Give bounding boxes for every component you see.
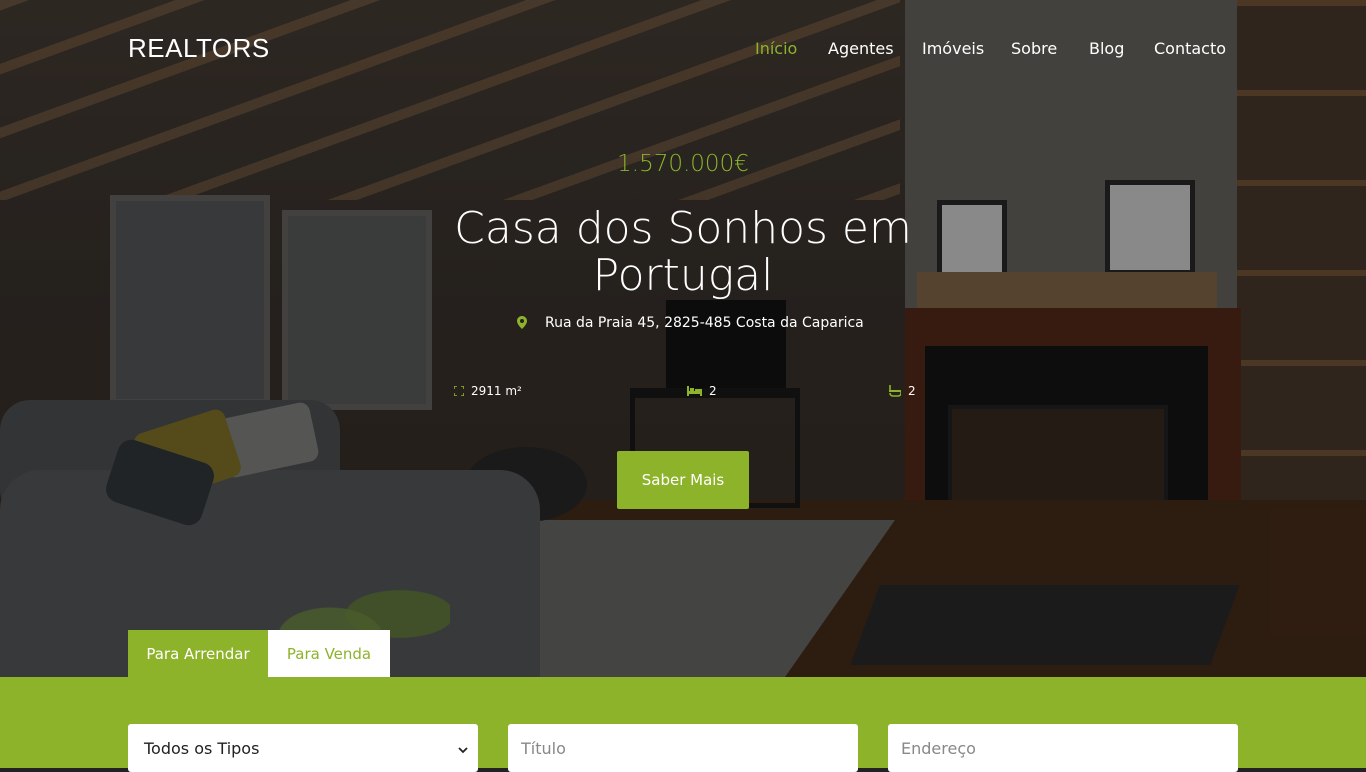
feature-bathrooms: 2 — [889, 384, 916, 398]
feature-area-value: 2911 m² — [471, 384, 522, 398]
nav-item-blog[interactable]: Blog — [1089, 39, 1124, 58]
title-input[interactable] — [508, 724, 858, 772]
address-input[interactable] — [888, 724, 1238, 772]
hero-section: REALTORS Início Agentes Imóveis Sobre Bl… — [0, 0, 1366, 677]
bed-icon — [687, 386, 702, 396]
property-address: Rua da Praia 45, 2825-485 Costa da Capar… — [517, 313, 864, 333]
feature-bedrooms: 2 — [687, 384, 717, 398]
main-nav: Início Agentes Imóveis Sobre Blog Contac… — [0, 39, 1366, 63]
property-type-select[interactable]: Todos os Tipos — [128, 724, 478, 772]
tab-para-arrendar[interactable]: Para Arrendar — [128, 630, 268, 677]
tab-para-venda[interactable]: Para Venda — [268, 630, 390, 677]
property-title: Casa dos Sonhos em Portugal — [454, 203, 912, 301]
feature-area: 2911 m² — [454, 384, 522, 398]
address-text: Rua da Praia 45, 2825-485 Costa da Capar… — [545, 315, 864, 331]
feature-bathrooms-value: 2 — [908, 384, 916, 398]
nav-item-sobre[interactable]: Sobre — [1011, 39, 1057, 58]
learn-more-button[interactable]: Saber Mais — [617, 451, 749, 509]
map-pin-icon — [517, 316, 529, 330]
property-price: 1.570.000€ — [617, 151, 749, 177]
property-type-selected: Todos os Tipos — [144, 738, 260, 758]
feature-bedrooms-value: 2 — [709, 384, 717, 398]
hero-overlay — [0, 0, 1366, 677]
nav-item-imoveis[interactable]: Imóveis — [922, 39, 984, 58]
nav-item-inicio[interactable]: Início — [755, 39, 797, 58]
nav-item-contacto[interactable]: Contacto — [1154, 39, 1226, 58]
nav-item-agentes[interactable]: Agentes — [828, 39, 894, 58]
chevron-down-icon — [458, 739, 468, 758]
bath-icon — [889, 385, 901, 397]
expand-icon — [454, 386, 464, 396]
